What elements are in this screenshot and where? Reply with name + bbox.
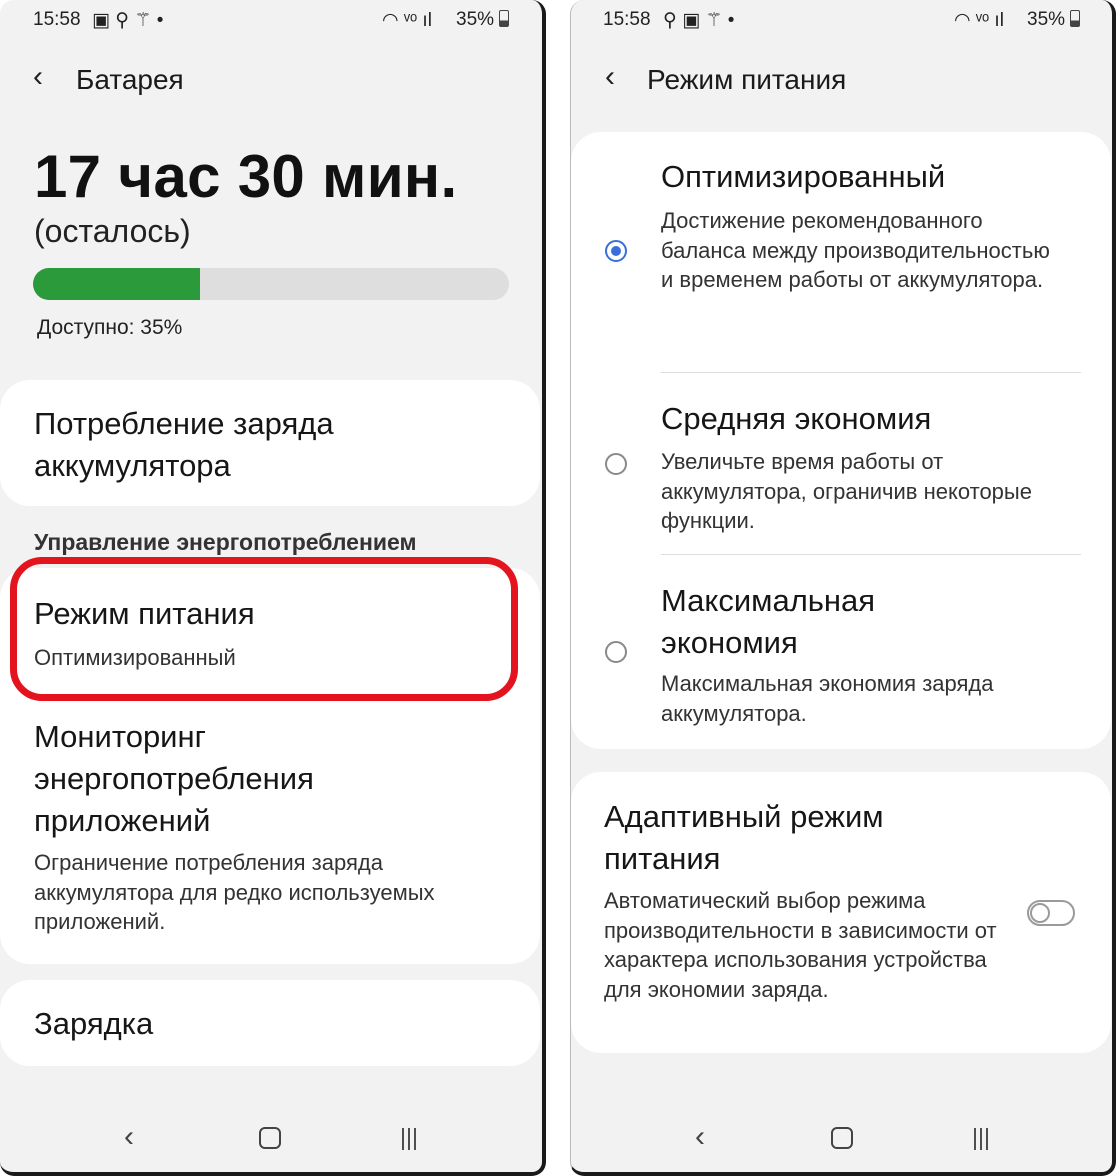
home-icon-shape — [259, 1127, 281, 1149]
battery-icon — [1070, 10, 1081, 27]
charging-label: Зарядка — [34, 1006, 154, 1041]
status-notification-icons: ⚲ ▣ ⚚ • — [663, 10, 735, 31]
status-battery-text: 35% — [1027, 9, 1066, 30]
navigation-bar: ‹ ||| — [571, 1120, 1112, 1160]
option-optimized-title: Оптимизированный — [661, 159, 946, 194]
option-medium-saving[interactable]: Средняя экономия Увеличьте время работы … — [571, 373, 1111, 554]
status-battery: 35% — [456, 9, 510, 31]
nav-back-icon[interactable]: ‹ — [124, 1120, 134, 1154]
toggle-knob — [1030, 903, 1050, 923]
back-button[interactable]: ‹ — [605, 60, 615, 94]
status-battery: 35% — [1027, 9, 1081, 31]
adaptive-card[interactable]: Адаптивный режим питания Автоматический … — [571, 772, 1111, 1053]
option-optimized-description: Достижение рекомендованного баланса межд… — [661, 208, 1050, 292]
usage-card[interactable]: Потребление заряда аккумулятора — [0, 380, 540, 506]
battery-remaining-label: (осталось) — [34, 213, 191, 249]
status-time: 15:58 — [603, 9, 651, 30]
back-button[interactable]: ‹ — [33, 60, 43, 94]
status-time: 15:58 — [33, 9, 81, 30]
battery-screen: 15:58 ▣ ⚲ ⚚ • ◠ ᵛᵒ ıl 35% ‹ Батарея 17 ч… — [0, 0, 546, 1176]
option-optimized[interactable]: Оптимизированный Достижение рекомендован… — [571, 132, 1111, 372]
option-max-saving-description: Максимальная экономия заряда аккумулятор… — [661, 671, 994, 726]
adaptive-toggle[interactable] — [1027, 900, 1075, 926]
battery-level-bar — [33, 268, 509, 300]
power-mode-options-card: Оптимизированный Достижение рекомендован… — [571, 132, 1111, 749]
monitoring-title: Мониторинг энергопотребления приложений — [34, 719, 314, 838]
monitoring-item[interactable]: Мониторинг энергопотребления приложений … — [0, 716, 540, 956]
nav-recents-icon[interactable]: ||| — [400, 1124, 418, 1151]
charging-card[interactable]: Зарядка — [0, 980, 540, 1066]
option-max-saving[interactable]: Максимальная экономия Максимальная эконо… — [571, 555, 1111, 749]
adaptive-title: Адаптивный режим питания — [604, 799, 884, 876]
option-max-saving-title: Максимальная экономия — [661, 583, 876, 660]
radio-medium-saving[interactable] — [605, 453, 627, 475]
option-medium-saving-description: Увеличьте время работы от аккумулятора, … — [661, 449, 1032, 533]
battery-level-fill — [33, 268, 200, 300]
status-signal-icons: ◠ ᵛᵒ ıl — [954, 10, 1004, 31]
section-header: Управление энергопотреблением — [34, 529, 417, 555]
status-signal-icons: ◠ ᵛᵒ ıl — [382, 10, 432, 31]
radio-optimized[interactable] — [605, 240, 627, 262]
page-title: Режим питания — [647, 64, 847, 95]
highlight-frame — [10, 557, 518, 701]
battery-icon — [499, 10, 510, 27]
home-icon-shape — [831, 1127, 853, 1149]
status-notification-icons: ▣ ⚲ ⚚ • — [92, 10, 164, 31]
nav-home-icon[interactable] — [259, 1119, 281, 1149]
page-title: Батарея — [76, 64, 184, 95]
monitoring-description: Ограничение потребления заряда аккумулят… — [34, 850, 435, 934]
power-mode-screen: 15:58 ⚲ ▣ ⚚ • ◠ ᵛᵒ ıl 35% ‹ Режим питани… — [570, 0, 1116, 1176]
battery-time-left: 17 час 30 мин. — [34, 143, 458, 210]
nav-recents-icon[interactable]: ||| — [972, 1124, 990, 1151]
battery-available: Доступно: 35% — [37, 316, 183, 339]
radio-max-saving[interactable] — [605, 641, 627, 663]
usage-item-label: Потребление заряда аккумулятора — [34, 406, 334, 483]
nav-back-icon[interactable]: ‹ — [695, 1120, 705, 1154]
option-medium-saving-title: Средняя экономия — [661, 401, 932, 436]
nav-home-icon[interactable] — [831, 1119, 853, 1149]
adaptive-description: Автоматический выбор режима производител… — [604, 888, 997, 1002]
navigation-bar: ‹ ||| — [0, 1120, 542, 1160]
status-battery-text: 35% — [456, 9, 495, 30]
